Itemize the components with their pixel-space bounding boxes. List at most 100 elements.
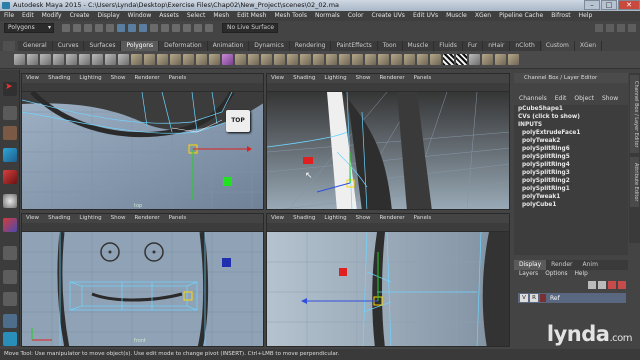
checker-map-icon[interactable] (443, 54, 454, 65)
sculpt-icon[interactable] (482, 54, 493, 65)
render-icon[interactable] (205, 23, 213, 32)
viewport-menu-view[interactable]: View (26, 214, 39, 223)
viewport-top-left[interactable]: View Shading Lighting Show Renderer Pane… (21, 73, 264, 210)
viewport-menu-renderer[interactable]: Renderer (379, 214, 404, 223)
shelf-tab-rendering[interactable]: Rendering (290, 41, 332, 51)
menu-pipeline-cache[interactable]: Pipeline Cache (499, 11, 543, 21)
menu-bifrost[interactable]: Bifrost (551, 11, 570, 21)
viewport-menu-show[interactable]: Show (111, 214, 126, 223)
combine-icon[interactable] (131, 54, 142, 65)
triangulate-icon[interactable] (248, 54, 259, 65)
input-node[interactable]: polySplitRing6 (514, 145, 628, 153)
menu-create-uvs[interactable]: Create UVs (371, 11, 404, 21)
viewport-menu-shading[interactable]: Shading (293, 214, 315, 223)
save-scene-icon[interactable] (84, 23, 92, 32)
poly-cylinder-icon[interactable] (40, 54, 51, 65)
input-node[interactable]: polyCube1 (514, 201, 628, 209)
viewport-menu-renderer[interactable]: Renderer (134, 214, 159, 223)
input-node[interactable]: polySplitRing3 (514, 169, 628, 177)
layer-visibility-toggle[interactable]: V (520, 294, 528, 302)
tab-anim[interactable]: Anim (578, 260, 603, 270)
new-layer-selected-icon[interactable] (618, 281, 626, 289)
viewport-menu-lighting[interactable]: Lighting (324, 214, 346, 223)
select-object-icon[interactable] (128, 23, 136, 32)
maximize-button[interactable]: □ (601, 0, 617, 10)
shelf-tab-polygons[interactable]: Polygons (121, 41, 160, 51)
layer-color-swatch[interactable] (540, 294, 546, 302)
menu-help[interactable]: Help (579, 11, 593, 21)
append-polygon-icon[interactable] (313, 54, 324, 65)
two-view-layout-icon[interactable] (3, 292, 17, 306)
viewport-scene[interactable] (267, 232, 510, 347)
select-hierarchy-icon[interactable] (117, 23, 125, 32)
snap-point-icon[interactable] (172, 23, 180, 32)
layer-display-type-toggle[interactable]: R (530, 294, 538, 302)
snap-surface-icon[interactable] (183, 23, 191, 32)
menu-edit-uvs[interactable]: Edit UVs (413, 11, 438, 21)
shelf-tab-fluids[interactable]: Fluids (434, 41, 463, 51)
snap-curve-icon[interactable] (161, 23, 169, 32)
viewport-menu-panels[interactable]: Panels (169, 74, 187, 83)
viewport-menu-shading[interactable]: Shading (48, 74, 70, 83)
channel-box-menu-object[interactable]: Object (574, 94, 594, 104)
menu-assets[interactable]: Assets (159, 11, 179, 21)
live-surface-field[interactable]: No Live Surface (222, 22, 278, 33)
shelf-tab-animation[interactable]: Animation (208, 41, 250, 51)
modeling-toolkit-icon[interactable] (595, 24, 603, 32)
boolean-intersection-icon[interactable] (196, 54, 207, 65)
soften-edge-icon[interactable] (495, 54, 506, 65)
menu-normals[interactable]: Normals (315, 11, 340, 21)
merge-icon[interactable] (365, 54, 376, 65)
shelf-tab-curves[interactable]: Curves (53, 41, 85, 51)
channel-box-menu-edit[interactable]: Edit (555, 94, 567, 104)
layer-menu-layers[interactable]: Layers (519, 270, 538, 279)
shelf-tab-toon[interactable]: Toon (378, 41, 403, 51)
layer-menu-help[interactable]: Help (575, 270, 588, 279)
redo-icon[interactable] (106, 23, 114, 32)
viewport-menu-show[interactable]: Show (111, 74, 126, 83)
shelf-tab-custom[interactable]: Custom (541, 41, 575, 51)
input-node[interactable]: polyExtrudeFace1 (514, 129, 628, 137)
tool-settings-toggle-icon[interactable] (617, 24, 625, 32)
menu-create[interactable]: Create (70, 11, 90, 21)
shelf-tab-general[interactable]: General (18, 41, 53, 51)
graph-editor-layout-icon[interactable] (3, 332, 17, 346)
input-node[interactable]: polySplitRing1 (514, 185, 628, 193)
boolean-difference-icon[interactable] (183, 54, 194, 65)
harden-edge-icon[interactable] (508, 54, 519, 65)
separate-icon[interactable] (144, 54, 155, 65)
average-vertices-icon[interactable] (222, 54, 233, 65)
menu-edit-mesh[interactable]: Edit Mesh (237, 11, 266, 21)
channel-box-toggle-icon[interactable] (628, 24, 636, 32)
paint-select-tool-icon[interactable] (3, 126, 17, 140)
poly-torus-icon[interactable] (79, 54, 90, 65)
multi-cut-icon[interactable] (404, 54, 415, 65)
layer-name[interactable]: Ref (550, 295, 560, 302)
boolean-union-icon[interactable] (170, 54, 181, 65)
viewport-top-right[interactable]: View Shading Lighting Show Renderer Pane… (266, 73, 510, 210)
minimize-button[interactable]: – (584, 0, 600, 10)
close-button[interactable]: ✕ (618, 0, 640, 10)
viewport-menu-lighting[interactable]: Lighting (79, 74, 101, 83)
move-layer-down-icon[interactable] (598, 281, 606, 289)
layer-menu-options[interactable]: Options (545, 270, 567, 279)
select-tool-icon[interactable] (3, 82, 17, 96)
menu-mesh-tools[interactable]: Mesh Tools (274, 11, 306, 21)
poly-pipe-icon[interactable] (92, 54, 103, 65)
menu-set-dropdown[interactable]: Polygons (4, 22, 54, 33)
poly-plane-icon[interactable] (66, 54, 77, 65)
extract-icon[interactable] (157, 54, 168, 65)
outliner-layout-icon[interactable] (3, 314, 17, 328)
extrude-icon[interactable] (287, 54, 298, 65)
viewport-menu-shading[interactable]: Shading (48, 214, 70, 223)
offset-edge-loop-icon[interactable] (339, 54, 350, 65)
menu-xgen[interactable]: XGen (475, 11, 491, 21)
menu-select[interactable]: Select (187, 11, 206, 21)
select-component-icon[interactable] (139, 23, 147, 32)
four-view-layout-icon[interactable] (3, 270, 17, 284)
snap-grid-icon[interactable] (150, 23, 158, 32)
shelf-menu-icon[interactable] (3, 41, 15, 51)
insert-edge-loop-icon[interactable] (326, 54, 337, 65)
menu-color[interactable]: Color (348, 11, 364, 21)
attribute-editor-toggle-icon[interactable] (606, 24, 614, 32)
